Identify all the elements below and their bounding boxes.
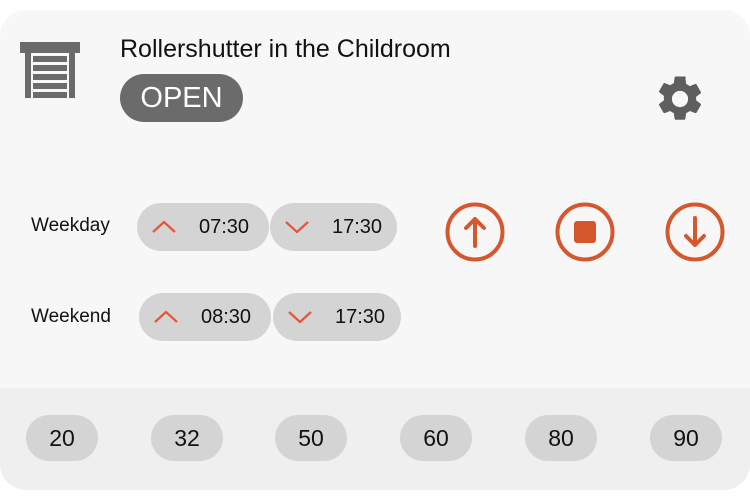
arrow-up-icon (464, 217, 486, 248)
weekday-up-time[interactable]: 07:30 (137, 203, 269, 251)
position-32-button[interactable]: 32 (151, 415, 223, 461)
status-badge: OPEN (120, 74, 243, 122)
device-title: Rollershutter in the Childroom (120, 35, 451, 63)
chevron-down-icon (285, 221, 309, 234)
chevron-up-icon (152, 220, 176, 233)
position-90-button[interactable]: 90 (650, 415, 722, 461)
rollershutter-icon (20, 42, 80, 98)
stop-icon (574, 221, 596, 243)
gear-icon[interactable] (653, 72, 707, 126)
rollershutter-card: Rollershutter in the Childroom OPEN Week… (0, 10, 750, 490)
time-value: 17:30 (332, 215, 383, 238)
chevron-up-icon (154, 310, 178, 323)
weekend-down-time[interactable]: 17:30 (273, 293, 401, 341)
weekend-label: Weekend (31, 306, 111, 327)
stop-button[interactable] (554, 201, 616, 263)
position-60-button[interactable]: 60 (400, 415, 472, 461)
time-value: 08:30 (201, 305, 252, 328)
weekday-down-time[interactable]: 17:30 (270, 203, 397, 251)
position-50-button[interactable]: 50 (275, 415, 347, 461)
time-value: 17:30 (335, 305, 386, 328)
time-value: 07:30 (199, 215, 250, 238)
chevron-down-icon (288, 311, 312, 324)
position-20-button[interactable]: 20 (26, 415, 98, 461)
position-80-button[interactable]: 80 (525, 415, 597, 461)
position-bar (0, 388, 750, 490)
weekend-up-time[interactable]: 08:30 (139, 293, 271, 341)
down-button[interactable] (664, 201, 726, 263)
arrow-down-icon (684, 216, 706, 247)
up-button[interactable] (444, 201, 506, 263)
weekday-label: Weekday (31, 215, 110, 236)
